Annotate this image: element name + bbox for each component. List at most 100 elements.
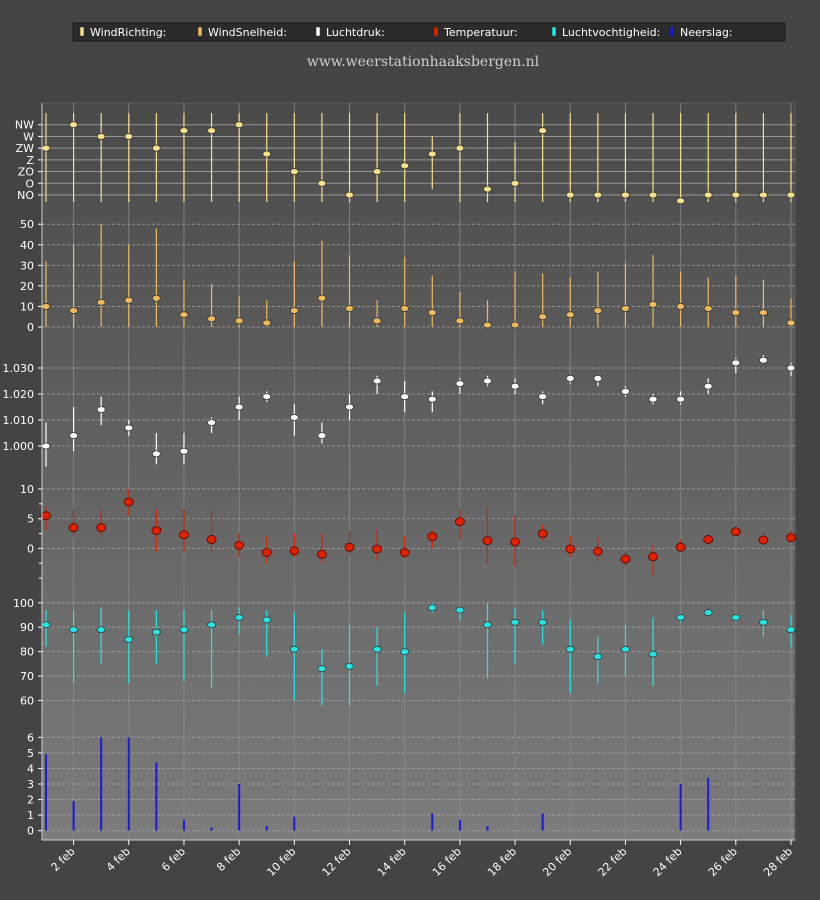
luchtdruk-point [703, 382, 713, 390]
luchtvochtigheid-point [124, 636, 134, 643]
x-tick-label: 8 feb [214, 845, 243, 874]
temperatuur-point [96, 523, 107, 532]
windsnelheid-point [345, 305, 354, 312]
windrichting-point [345, 191, 354, 199]
luchtdruk-point [69, 432, 78, 440]
luchtvochtigheid-point [731, 614, 741, 621]
windrichting-point [179, 127, 189, 134]
windrichting-point [317, 179, 327, 187]
neerslag-tick-label: 2 [27, 794, 34, 807]
luchtdruk-point [510, 382, 520, 390]
luchtvochtigheid-point [538, 618, 548, 626]
windsnelheid-point [703, 305, 713, 312]
luchtdruk-point [179, 447, 189, 455]
luchtdruk-point [759, 356, 768, 364]
temperatuur-point [41, 511, 51, 521]
windrichting-point [648, 191, 658, 199]
windrichting-point [207, 127, 216, 134]
windrichting-point [427, 150, 437, 158]
windsnelheid-point [234, 317, 244, 325]
windsnelheid-point [96, 298, 106, 306]
temperatuur-point [510, 537, 520, 547]
luchtdruk-point [565, 374, 575, 382]
luchtvochtigheid-point [151, 628, 161, 636]
plot-area [41, 102, 796, 841]
temperatuur-point [620, 554, 631, 564]
x-tick-label: 12 feb [320, 845, 354, 879]
luchtdruk-point [593, 374, 603, 382]
windrichting-point [483, 185, 492, 193]
temperatuur-point [344, 542, 355, 552]
luchtvochtigheid-point [593, 653, 603, 660]
neerslag-tick-label: 4 [27, 762, 34, 775]
luchtvochtigheid-point [400, 648, 410, 656]
windsnelheid-tick-label: 20 [20, 280, 34, 293]
legend-swatch [551, 26, 557, 37]
windrichting-point [759, 191, 768, 199]
windsnelheid-point [759, 309, 768, 317]
site-url: www.weerstationhaaksbergen.nl [307, 54, 540, 70]
x-tick-label: 28 feb [761, 845, 795, 879]
windsnelheid-point [731, 309, 741, 317]
windrichting-point [372, 168, 382, 175]
luchtdruk-point [207, 419, 216, 427]
windsnelheid-tick-label: 0 [27, 321, 34, 334]
luchtdruk-point [676, 395, 686, 403]
luchtdruk-point [400, 393, 410, 401]
luchtdruk-point [372, 377, 382, 385]
luchtdruk-point [289, 413, 299, 421]
windsnelheid-point [676, 303, 686, 310]
windsnelheid-point [372, 317, 382, 325]
windrichting-point [676, 197, 686, 205]
windsnelheid-point [593, 307, 603, 314]
luchtdruk-tick-label: 1.000 [3, 440, 35, 453]
luchtvochtigheid-point [676, 614, 686, 621]
windsnelheid-point [124, 296, 134, 304]
windsnelheid-point [621, 305, 630, 312]
temperatuur-point [289, 546, 300, 556]
windsnelheid-tick-label: 50 [20, 218, 34, 231]
temperatuur-point [675, 542, 686, 552]
luchtdruk-point [538, 393, 548, 401]
x-tick-label: 24 feb [651, 845, 685, 879]
legend-swatch [433, 26, 439, 37]
windsnelheid-point [262, 319, 272, 327]
windrichting-tick-label: NO [17, 189, 34, 202]
temperatuur-point [123, 497, 134, 507]
legend-swatch [315, 26, 321, 37]
luchtdruk-tick-label: 1.010 [3, 414, 35, 427]
luchtvochtigheid-point [317, 665, 327, 673]
windsnelheid-tick-label: 30 [20, 259, 34, 272]
luchtdruk-point [621, 387, 630, 395]
legend-box [72, 22, 786, 42]
x-tick-label: 18 feb [485, 845, 519, 879]
luchtdruk-point [96, 406, 106, 414]
legend-label: WindRichting: [90, 26, 166, 39]
temperatuur-tick-label: 10 [20, 483, 34, 496]
windrichting-point [621, 191, 630, 199]
windsnelheid-point [69, 307, 78, 314]
luchtvochtigheid-point [427, 604, 437, 612]
x-tick-label: 14 feb [375, 845, 409, 879]
luchtvochtigheid-tick-label: 60 [20, 694, 34, 707]
luchtdruk-point [786, 364, 796, 372]
luchtvochtigheid-point [69, 626, 78, 634]
temperatuur-point [261, 548, 272, 557]
luchtdruk-point [455, 380, 465, 388]
luchtvochtigheid-point [234, 614, 244, 621]
legend: WindRichting: WindSnelheid: Luchtdruk: Temp… [72, 22, 786, 42]
luchtdruk-point [483, 377, 492, 385]
temperatuur-point [648, 552, 658, 562]
windrichting-point [510, 179, 520, 187]
luchtdruk-point [151, 450, 161, 458]
x-tick-label: 16 feb [430, 845, 464, 879]
legend-label: Neerslag: [680, 26, 733, 39]
temperatuur-point [454, 517, 465, 527]
luchtvochtigheid-point [41, 621, 51, 629]
temperatuur-point [427, 532, 438, 541]
windsnelheid-point [648, 300, 658, 308]
temperatuur-point [592, 546, 603, 556]
windrichting-point [731, 191, 741, 199]
luchtdruk-point [234, 403, 244, 411]
luchtdruk-point [427, 395, 437, 403]
